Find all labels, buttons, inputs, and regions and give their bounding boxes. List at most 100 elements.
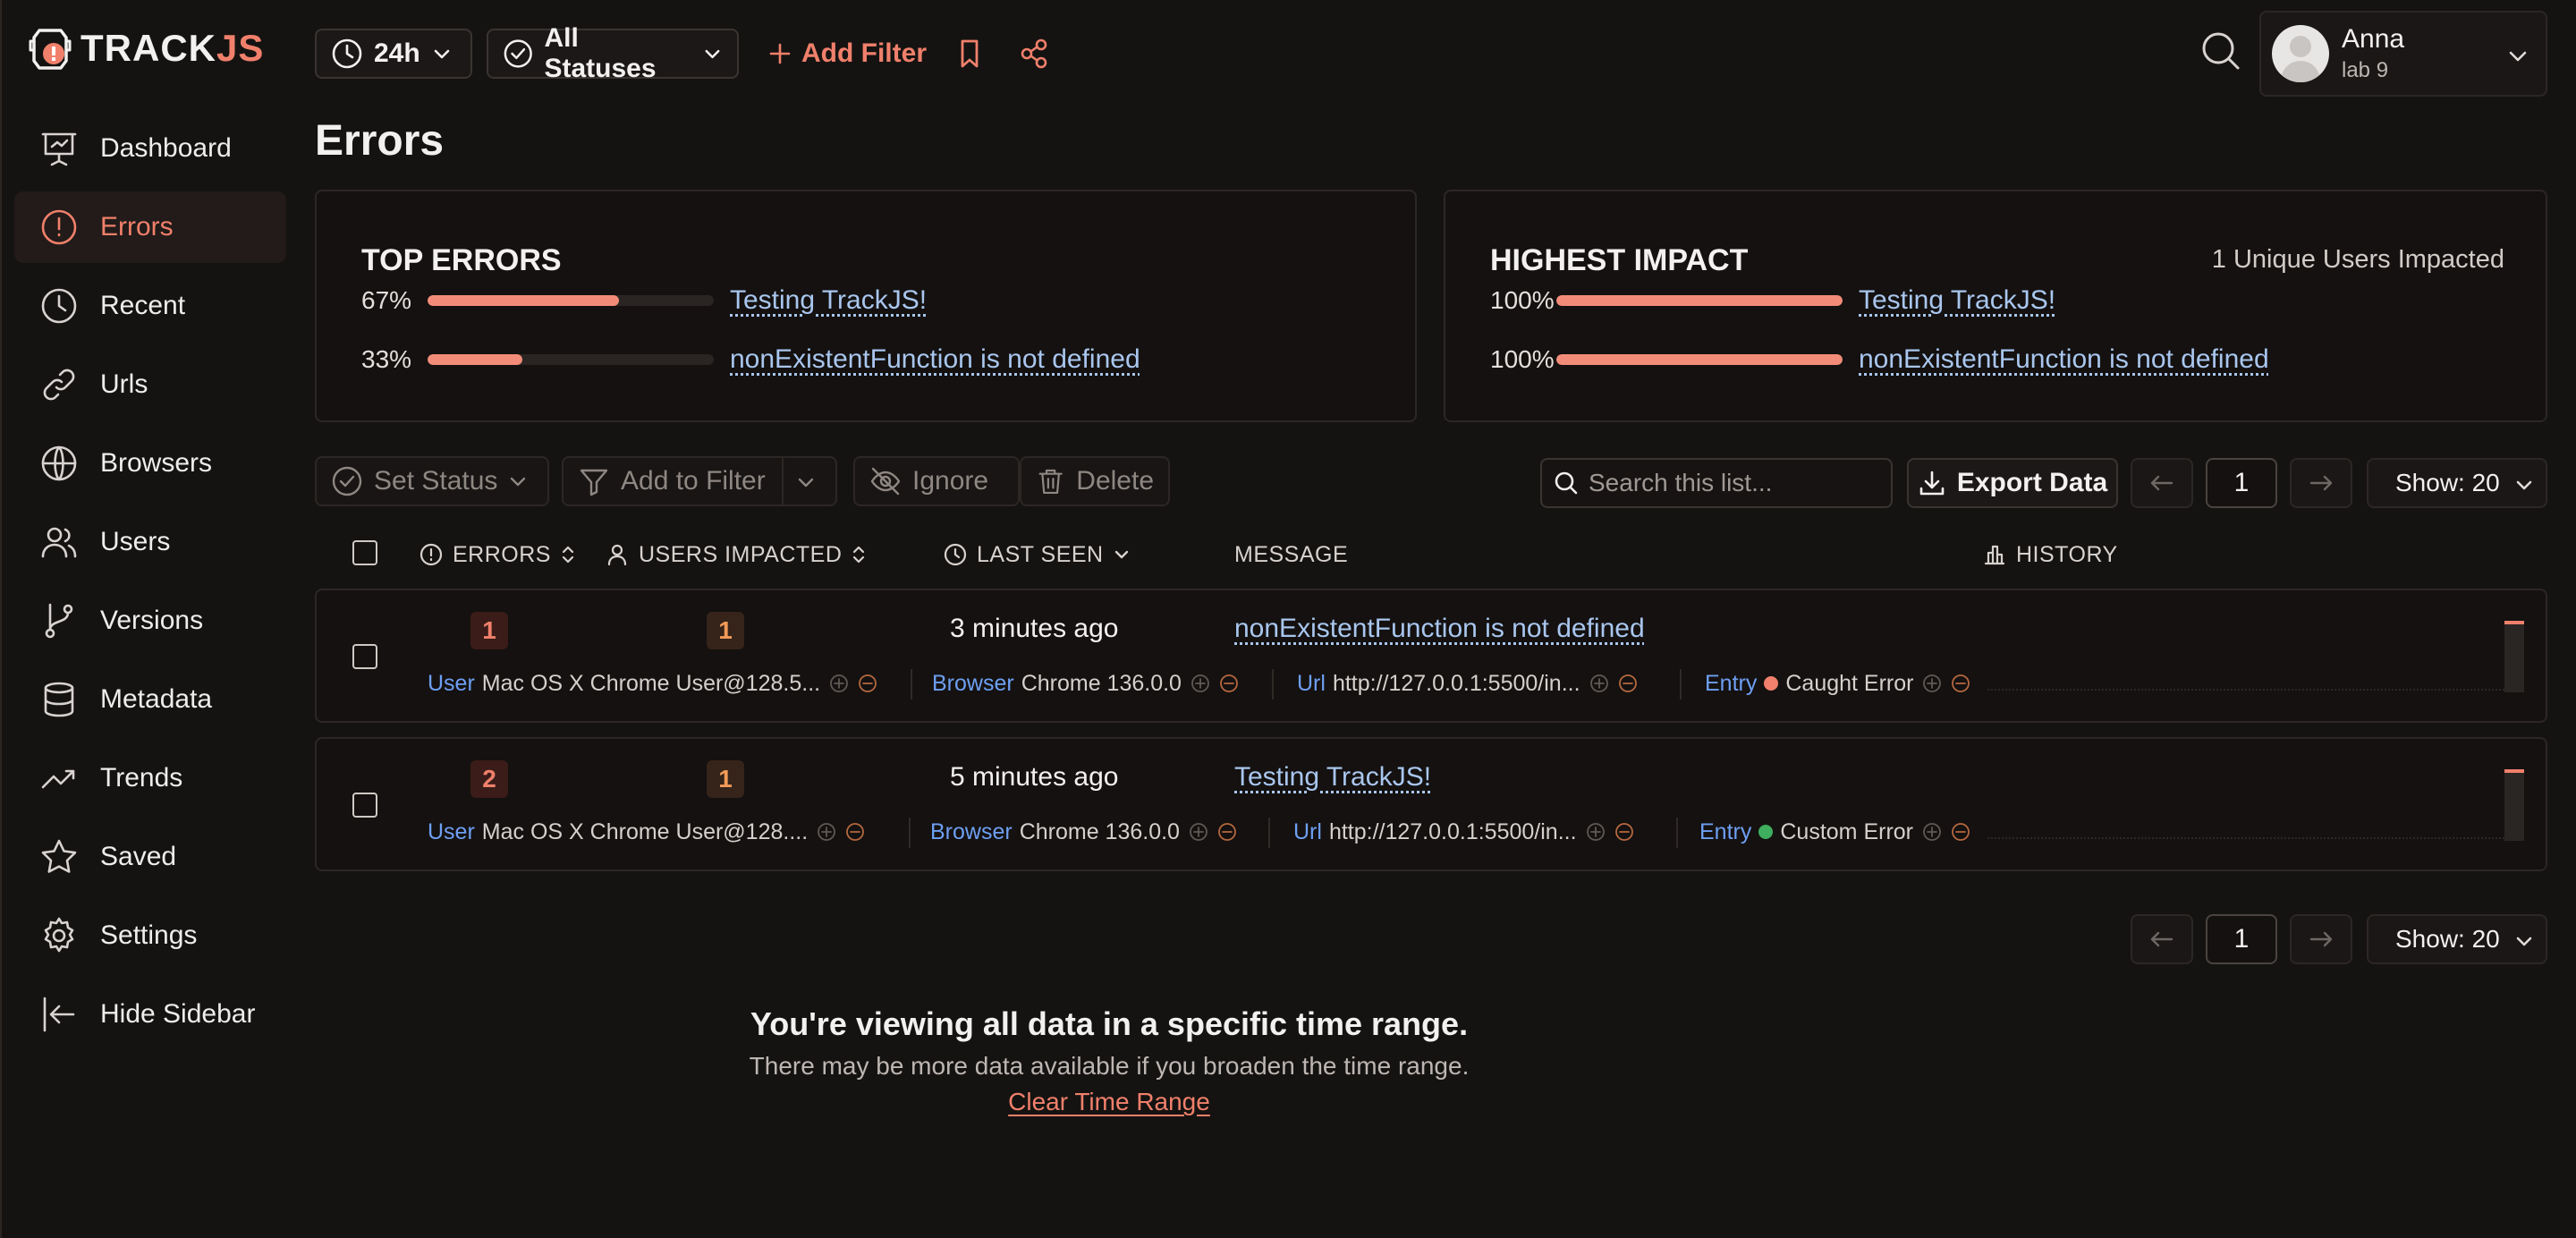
plus-circle-icon[interactable]: [1922, 674, 1942, 693]
user-menu[interactable]: Anna lab 9: [2259, 11, 2547, 97]
column-message: MESSAGE: [1234, 537, 1348, 572]
column-users-impacted[interactable]: USERS IMPACTED: [605, 537, 867, 572]
error-message-link[interactable]: nonExistentFunction is not defined: [1234, 614, 1645, 644]
highest-impact-link[interactable]: Testing TrackJS!: [1859, 285, 2055, 316]
meta-entry: Entry Caught Error: [1705, 667, 1970, 700]
bookmark-button[interactable]: [955, 36, 984, 72]
trash-icon: [1038, 469, 1063, 495]
set-status-button[interactable]: Set Status: [315, 456, 549, 506]
entry-status-dot: [1764, 676, 1779, 691]
minus-circle-icon[interactable]: [1219, 674, 1239, 693]
chevron-down-icon: [511, 477, 526, 487]
delete-button[interactable]: Delete: [1020, 456, 1170, 506]
plus-circle-icon[interactable]: [1191, 674, 1210, 693]
global-search-button[interactable]: [2199, 27, 2243, 75]
select-all-checkbox[interactable]: [352, 540, 377, 565]
prev-page-button[interactable]: [2131, 458, 2193, 508]
meta-divider: [1680, 669, 1682, 700]
error-count-badge: 1: [470, 612, 508, 649]
sidebar-item-settings[interactable]: Settings: [14, 900, 286, 971]
status-filter-dropdown[interactable]: All Statuses: [487, 23, 739, 83]
plus-circle-icon[interactable]: [1589, 674, 1609, 693]
meta-key: User: [428, 818, 475, 844]
minus-circle-icon[interactable]: [858, 674, 877, 693]
ignore-button[interactable]: Ignore: [853, 456, 1020, 506]
plus-circle-icon[interactable]: [1586, 822, 1606, 842]
git-branch-icon: [39, 601, 79, 640]
meta-key: Entry: [1705, 670, 1758, 696]
minus-circle-icon[interactable]: [1951, 674, 1970, 693]
page-size-select[interactable]: Show: 20: [2367, 458, 2547, 508]
minus-circle-icon[interactable]: [1618, 674, 1638, 693]
sidebar-item-browsers[interactable]: Browsers: [14, 428, 286, 499]
trackjs-logo-icon: [29, 29, 72, 70]
sidebar-item-trends[interactable]: Trends: [14, 742, 286, 814]
sidebar-item-urls[interactable]: Urls: [14, 349, 286, 420]
error-message-link[interactable]: Testing TrackJS!: [1234, 762, 1431, 793]
button-divider: [782, 458, 784, 505]
sidebar-item-recent[interactable]: Recent: [14, 270, 286, 342]
history-bar: [2504, 769, 2524, 841]
clear-time-range-link[interactable]: Clear Time Range: [0, 1088, 2397, 1116]
page-number[interactable]: 1: [2206, 914, 2277, 964]
meta-value: Custom Error: [1780, 818, 1913, 844]
add-to-filter-button[interactable]: Add to Filter: [562, 456, 837, 506]
table-row[interactable]: 1 1 3 minutes ago nonExistentFunction is…: [315, 589, 2547, 723]
top-errors-percent: 33%: [361, 345, 412, 373]
minus-circle-icon[interactable]: [1951, 822, 1970, 842]
gear-icon: [39, 916, 79, 955]
page-size-select[interactable]: Show: 20: [2367, 914, 2547, 964]
trackjs-logo[interactable]: TRACKJS: [27, 21, 264, 75]
user-org: lab 9: [2342, 58, 2389, 82]
column-last-seen[interactable]: LAST SEEN: [943, 537, 1131, 572]
page-number[interactable]: 1: [2206, 458, 2277, 508]
meta-entry: Entry Custom Error: [1699, 816, 1970, 848]
meta-url: Url http://127.0.0.1:5500/in...: [1293, 816, 1634, 848]
next-page-button[interactable]: [2290, 458, 2352, 508]
sidebar-item-metadata[interactable]: Metadata: [14, 664, 286, 735]
time-range-value: 24h: [374, 38, 420, 68]
time-range-dropdown[interactable]: 24h: [315, 29, 472, 79]
row-checkbox[interactable]: [352, 644, 377, 669]
users-count-badge: 1: [707, 612, 744, 649]
sidebar-item-users[interactable]: Users: [14, 506, 286, 578]
link-icon: [39, 365, 79, 404]
export-data-button[interactable]: Export Data: [1907, 458, 2118, 508]
plus-circle-icon[interactable]: [1189, 822, 1208, 842]
highest-impact-link[interactable]: nonExistentFunction is not defined: [1859, 344, 2269, 375]
top-errors-link[interactable]: nonExistentFunction is not defined: [730, 344, 1140, 375]
prev-page-button[interactable]: [2131, 914, 2193, 964]
minus-circle-icon[interactable]: [845, 822, 865, 842]
row-checkbox[interactable]: [352, 793, 377, 818]
table-row[interactable]: 2 1 5 minutes ago Testing TrackJS! User …: [315, 737, 2547, 871]
clock-icon: [332, 38, 362, 69]
sidebar-item-versions[interactable]: Versions: [14, 585, 286, 657]
set-status-label: Set Status: [374, 466, 498, 496]
chevron-down-icon[interactable]: [796, 472, 816, 492]
meta-value: Caught Error: [1785, 670, 1914, 696]
minus-circle-icon[interactable]: [1217, 822, 1237, 842]
list-search-input[interactable]: [1589, 469, 1884, 497]
column-errors[interactable]: ERRORS: [419, 537, 576, 572]
sidebar-item-label: Users: [100, 527, 171, 556]
list-search[interactable]: [1540, 458, 1893, 508]
add-filter-button[interactable]: Add Filter: [767, 30, 927, 77]
share-button[interactable]: [1018, 36, 1050, 72]
page-size-value: Show: 20: [2395, 925, 2500, 953]
arrow-right-icon: [2309, 475, 2333, 491]
top-errors-link[interactable]: Testing TrackJS!: [730, 285, 927, 316]
plus-circle-icon[interactable]: [1922, 822, 1942, 842]
plus-circle-icon[interactable]: [817, 822, 836, 842]
next-page-button[interactable]: [2290, 914, 2352, 964]
sidebar-item-dashboard[interactable]: Dashboard: [14, 113, 286, 184]
meta-user: User Mac OS X Chrome User@128....: [428, 816, 865, 848]
meta-value: http://127.0.0.1:5500/in...: [1328, 818, 1577, 844]
sidebar-item-errors[interactable]: Errors: [14, 191, 286, 263]
plus-circle-icon[interactable]: [829, 674, 849, 693]
top-errors-bar: [428, 354, 714, 365]
plus-icon: [769, 43, 791, 64]
sidebar-item-saved[interactable]: Saved: [14, 821, 286, 893]
minus-circle-icon[interactable]: [1614, 822, 1634, 842]
time-range-notice-title: You're viewing all data in a specific ti…: [750, 1005, 1469, 1042]
meta-key: Url: [1293, 818, 1322, 844]
